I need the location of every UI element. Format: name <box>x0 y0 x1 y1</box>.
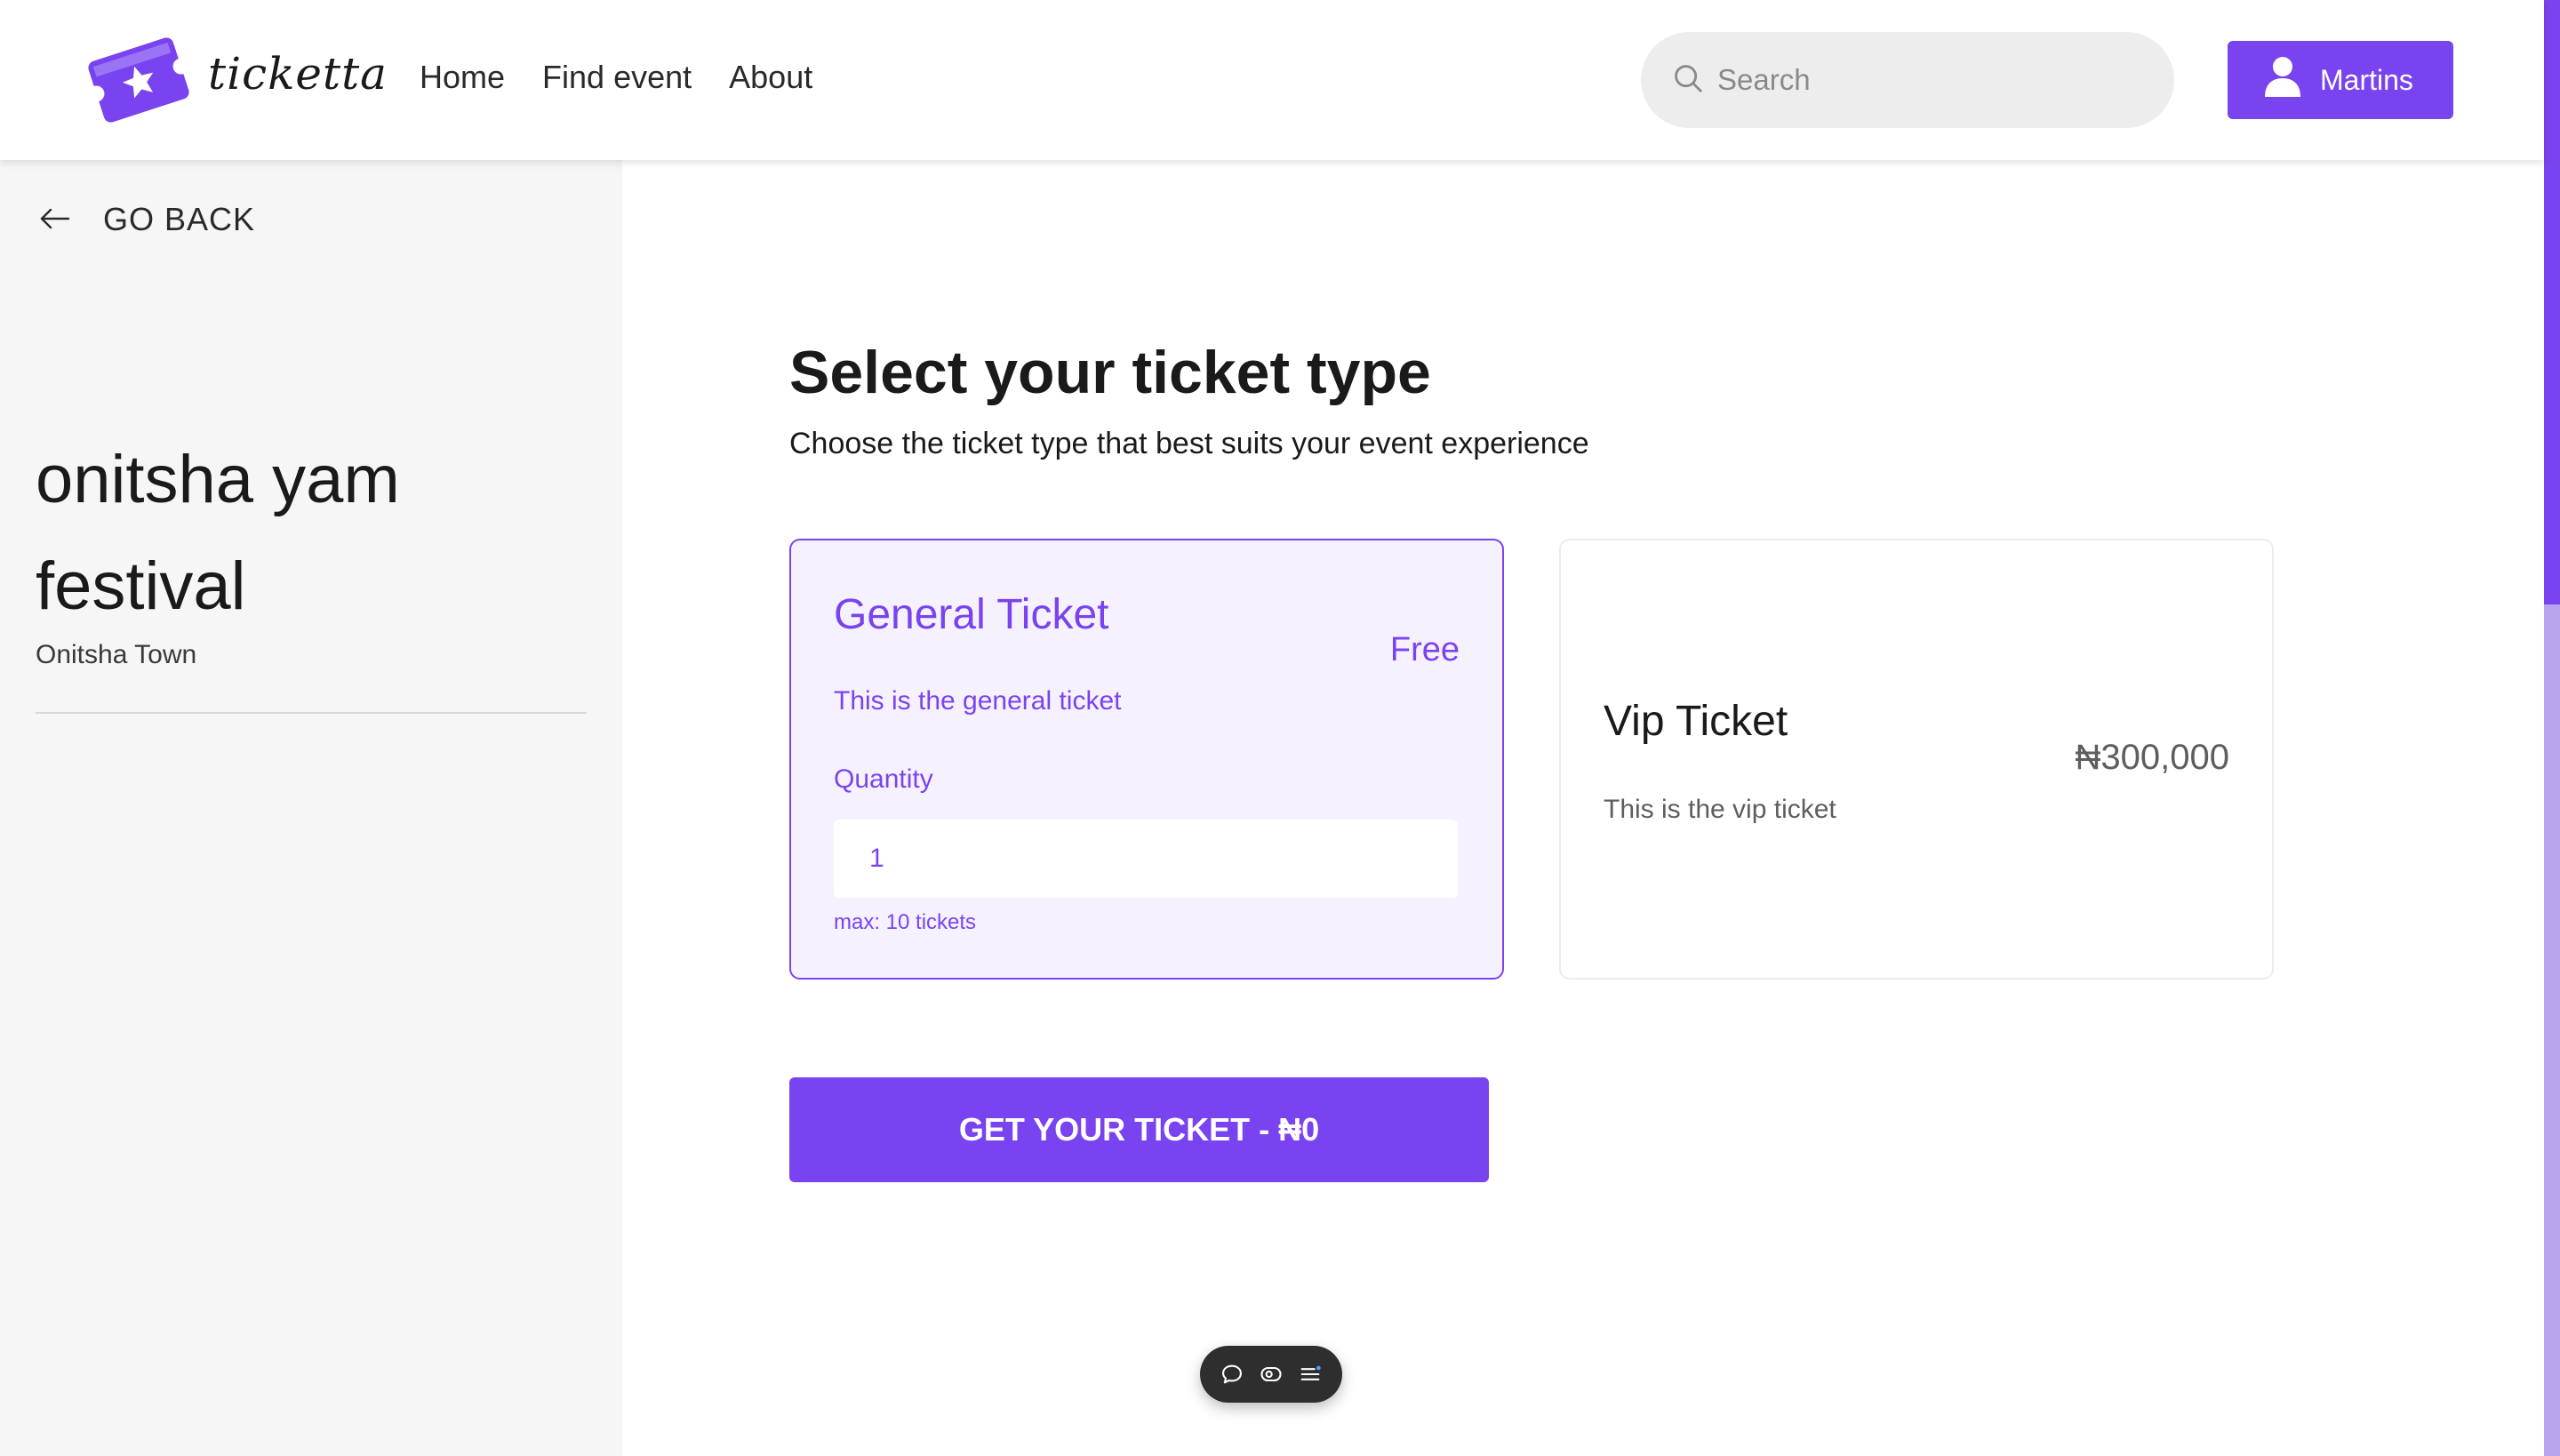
event-sidebar: GO BACK onitsha yam festival Onitsha Tow… <box>0 160 622 1456</box>
search-bar[interactable] <box>1641 32 2174 128</box>
go-back-button[interactable]: GO BACK <box>39 201 255 238</box>
nav-home-link[interactable]: Home <box>420 59 505 96</box>
ticket-price: ₦300,000 <box>2075 738 2229 777</box>
quantity-label: Quantity <box>834 764 933 794</box>
search-icon <box>1671 61 1705 100</box>
quantity-input[interactable] <box>834 820 1458 898</box>
top-navbar: ticketta Home Find event About Martins <box>0 0 2544 160</box>
go-back-label: GO BACK <box>103 201 256 237</box>
eye-icon[interactable] <box>1258 1361 1284 1388</box>
ticket-name: Vip Ticket <box>1604 698 1788 745</box>
comment-icon[interactable] <box>1219 1361 1245 1388</box>
sidebar-divider <box>36 712 587 714</box>
event-title: onitsha yam festival <box>36 442 400 624</box>
ticket-name: General Ticket <box>834 591 1109 638</box>
ticket-description: This is the general ticket <box>834 686 1122 716</box>
user-icon <box>2263 56 2320 104</box>
floating-toolbar <box>1200 1346 1342 1403</box>
quantity-max-note: max: 10 tickets <box>834 910 977 934</box>
arrow-left-icon <box>39 201 103 238</box>
ticket-description: This is the vip ticket <box>1604 795 1836 824</box>
ticket-card-vip[interactable]: Vip Ticket ₦300,000 This is the vip tick… <box>1559 539 2274 980</box>
event-location: Onitsha Town <box>36 640 197 669</box>
main-nav: Home Find event About <box>420 59 812 96</box>
page-subtitle: Choose the ticket type that best suits y… <box>789 427 1589 460</box>
get-ticket-button[interactable]: GET YOUR TICKET - ₦0 <box>789 1077 1489 1182</box>
nav-find-event-link[interactable]: Find event <box>542 59 692 96</box>
ticket-price: Free <box>1389 631 1460 668</box>
ticket-card-general[interactable]: General Ticket Free This is the general … <box>789 539 1504 980</box>
search-input[interactable] <box>1717 63 2144 97</box>
ticketta-logo-icon[interactable] <box>85 32 192 128</box>
logo-text[interactable]: ticketta <box>208 48 388 100</box>
scrollbar-thumb[interactable] <box>2544 0 2560 604</box>
menu-icon[interactable] <box>1297 1361 1324 1388</box>
user-name: Martins <box>2320 63 2413 96</box>
page: ticketta Home Find event About Martins <box>0 0 2560 1456</box>
page-title: Select your ticket type <box>789 339 1431 406</box>
user-account-button[interactable]: Martins <box>2228 41 2453 119</box>
nav-about-link[interactable]: About <box>729 59 812 96</box>
